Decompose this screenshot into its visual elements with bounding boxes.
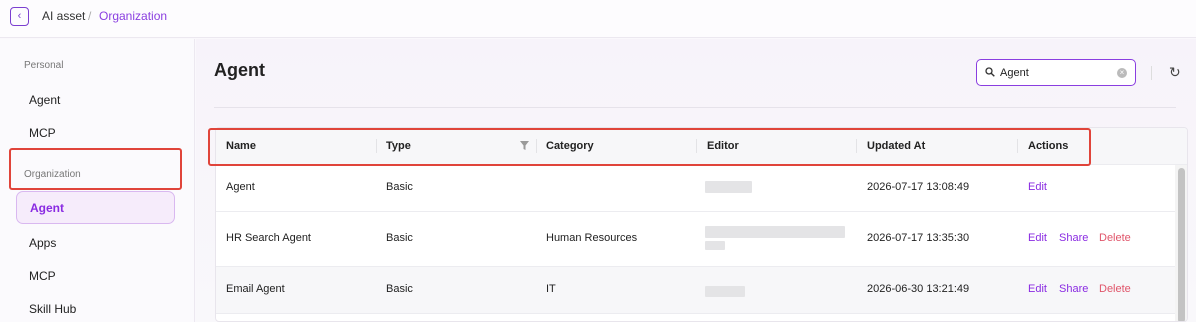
cell-updated-at: 2026-06-30 13:21:49 [867,283,970,295]
column-separator [856,139,857,153]
editor-redacted [705,286,745,297]
column-separator [536,139,537,153]
toolbar-divider [1151,66,1152,80]
column-separator [696,139,697,153]
cell-name: Agent [226,181,255,193]
cell-category: IT [546,283,556,295]
chevron-left-icon: ‹ [17,10,22,22]
cell-updated-at: 2026-07-17 13:35:30 [867,232,970,244]
refresh-icon[interactable]: ↻ [1169,65,1183,79]
table-header: Name Type Category Editor Updated At Act… [216,128,1187,165]
table-scrollbar-thumb[interactable] [1178,168,1185,321]
delete-button[interactable]: Delete [1099,283,1131,295]
agent-table: Name Type Category Editor Updated At Act… [215,127,1188,322]
cell-updated-at: 2026-07-17 13:08:49 [867,181,970,193]
table-row: HR Search Agent Basic Human Resources 20… [216,212,1176,267]
cell-type: Basic [386,283,413,295]
cell-type: Basic [386,181,413,193]
breadcrumb-separator: / [88,9,92,23]
share-button[interactable]: Share [1059,232,1088,244]
back-button[interactable]: ‹ [10,7,29,26]
breadcrumb-parent[interactable]: AI asset [42,9,85,23]
editor-redacted [705,226,845,238]
edit-button[interactable]: Edit [1028,232,1047,244]
column-header-type[interactable]: Type [386,140,411,152]
sidebar-item-personal-mcp[interactable]: MCP [29,126,56,140]
page-title: Agent [214,60,265,80]
title-divider [214,107,1176,108]
sidebar: Personal Agent MCP Organization Agent Ap… [0,39,195,322]
share-button[interactable]: Share [1059,283,1088,295]
filter-icon[interactable] [520,141,529,150]
search-box[interactable]: × [976,59,1136,86]
edit-button[interactable]: Edit [1028,181,1047,193]
column-header-updated-at[interactable]: Updated At [867,140,925,152]
table-row: Email Agent Basic IT 2026-06-30 13:21:49… [216,267,1176,314]
sidebar-item-personal-agent[interactable]: Agent [29,93,60,107]
sidebar-item-org-mcp[interactable]: MCP [29,269,56,283]
sidebar-item-org-apps[interactable]: Apps [29,236,56,250]
editor-redacted [705,181,752,193]
editor-redacted [705,241,725,250]
cell-type: Basic [386,232,413,244]
clear-icon[interactable]: × [1117,68,1127,78]
search-input[interactable] [1000,65,1110,81]
cell-name: HR Search Agent [226,232,311,244]
delete-button[interactable]: Delete [1099,232,1131,244]
column-separator [376,139,377,153]
top-bar: ‹ AI asset / Organization [0,0,1196,38]
column-header-actions: Actions [1028,140,1069,152]
cell-category: Human Resources [546,232,638,244]
column-header-category[interactable]: Category [546,140,594,152]
column-separator [1017,139,1018,153]
column-header-name[interactable]: Name [226,140,256,152]
column-header-editor[interactable]: Editor [707,140,739,152]
search-icon [985,67,995,77]
sidebar-group-personal: Personal [24,60,64,71]
sidebar-item-org-agent[interactable]: Agent [16,191,175,224]
main-content: Agent × ↻ Name Type Category Editor Upda… [196,39,1196,322]
breadcrumb-current: Organization [99,9,168,23]
cell-name: Email Agent [226,283,285,295]
sidebar-item-skill-hub[interactable]: Skill Hub [29,302,76,316]
edit-button[interactable]: Edit [1028,283,1047,295]
sidebar-group-organization: Organization [24,169,81,180]
table-row: Agent Basic 2026-07-17 13:08:49 Edit [216,165,1176,212]
